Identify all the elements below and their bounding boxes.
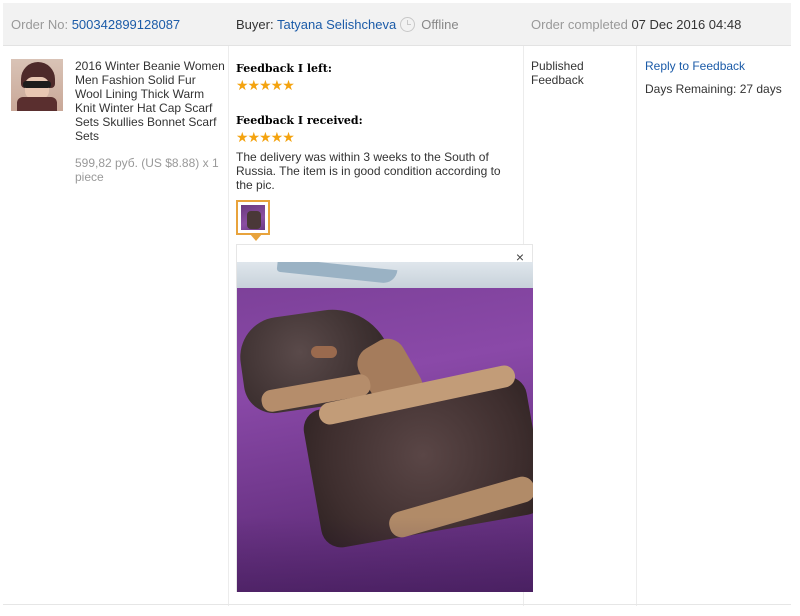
feedback-status: Published Feedback	[531, 59, 584, 87]
reply-to-feedback-link[interactable]: Reply to Feedback	[645, 59, 745, 73]
caret-down-icon	[250, 234, 262, 241]
photo-preview-popup: ×	[236, 244, 533, 592]
product-image-glasses	[23, 81, 51, 88]
completed-label: Order completed	[531, 17, 628, 32]
feedback-received-label: Feedback I received:	[236, 114, 363, 127]
feedback-photo	[237, 262, 533, 592]
photo-beanie-tag	[311, 346, 337, 358]
order-number-link[interactable]: 500342899128087	[72, 17, 180, 32]
feedback-left-label: Feedback I left:	[236, 62, 332, 75]
order-number-field: Order No: 500342899128087	[11, 17, 180, 32]
completed-date: 07 Dec 2016 04:48	[631, 17, 742, 32]
product-title-link[interactable]: 2016 Winter Beanie Women Men Fashion Sol…	[75, 59, 225, 143]
order-completed-field: Order completed 07 Dec 2016 04:48	[531, 17, 741, 32]
buyer-field: Buyer: Tatyana Selishcheva Offline	[236, 17, 459, 32]
feedback-photo-thumbnail[interactable]	[236, 200, 270, 235]
feedback-received-rating: ★★★★★	[236, 129, 295, 145]
product-image-scarf	[17, 97, 57, 111]
feedback-comment: The delivery was within 3 weeks to the S…	[236, 150, 501, 192]
product-price: 599,82 руб. (US $8.88) x 1 piece	[75, 156, 219, 184]
thumbnail-image	[241, 205, 265, 230]
column-divider	[636, 46, 637, 606]
buyer-status: Offline	[421, 17, 459, 32]
photo-shadow	[237, 517, 533, 592]
order-header: Order No: 500342899128087 Buyer: Tatyana…	[3, 3, 791, 46]
days-remaining: Days Remaining: 27 days	[645, 82, 782, 96]
row-divider	[3, 604, 791, 605]
feedback-left-rating: ★★★★★	[236, 77, 295, 93]
buyer-label: Buyer:	[236, 17, 274, 32]
order-label: Order No:	[11, 17, 69, 32]
product-image[interactable]	[11, 59, 63, 111]
clock-icon	[400, 17, 416, 32]
column-divider	[228, 46, 229, 606]
buyer-name-link[interactable]: Tatyana Selishcheva	[277, 17, 396, 32]
